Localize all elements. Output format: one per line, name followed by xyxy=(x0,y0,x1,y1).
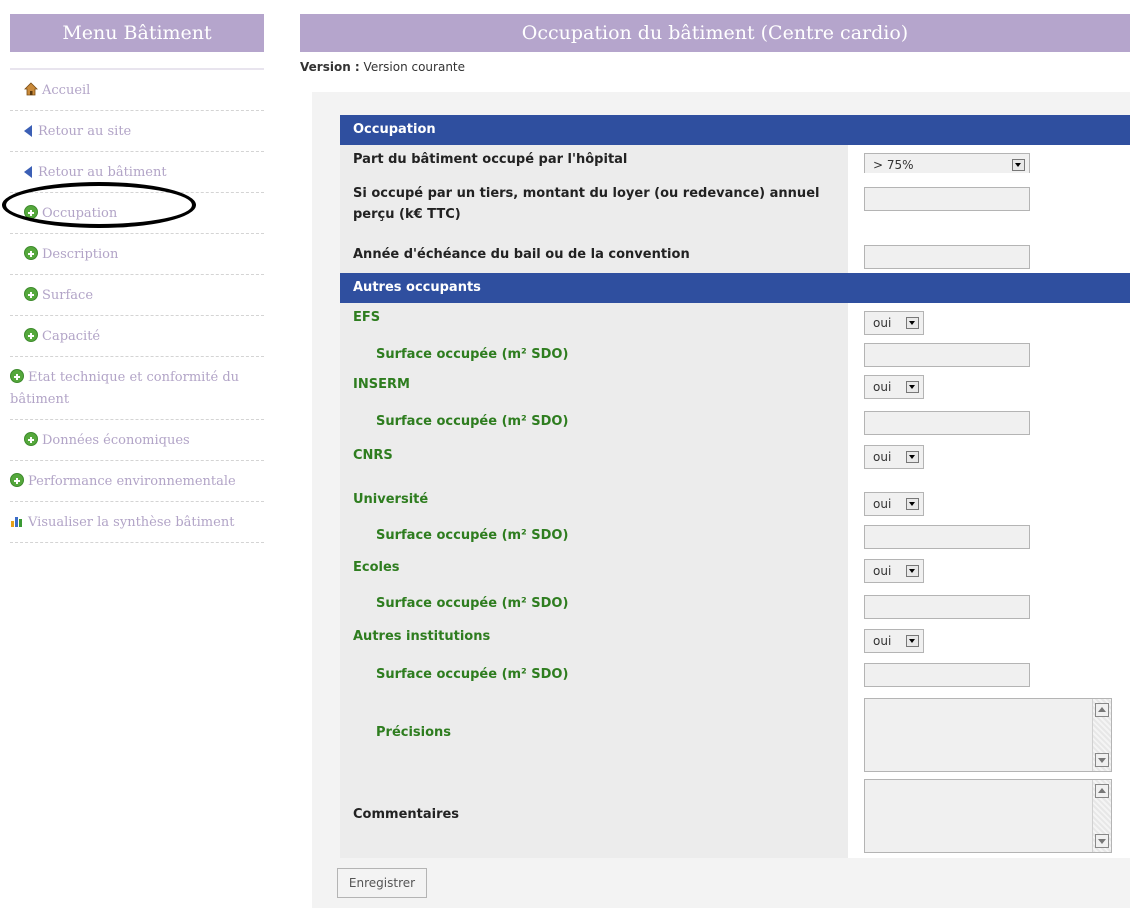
sidebar-item-label: Surface xyxy=(42,288,94,303)
plus-circle-icon xyxy=(24,432,38,446)
cnrs-label: CNRS xyxy=(340,445,848,488)
occupation-form: Occupation Part du bâtiment occupé par l… xyxy=(340,115,1130,858)
home-icon xyxy=(24,82,38,96)
chevron-down-icon xyxy=(906,451,919,463)
sidebar-item-retour-site[interactable]: Retour au site xyxy=(10,111,264,152)
page-title: Occupation du bâtiment (Centre cardio) xyxy=(300,14,1130,52)
autres-institutions-label: Autres institutions xyxy=(340,625,848,661)
bar-chart-icon xyxy=(10,514,24,528)
version-line: Version : Version courante xyxy=(300,60,465,74)
sidebar-title: Menu Bâtiment xyxy=(10,14,264,52)
inserm-label: INSERM xyxy=(340,375,848,408)
sidebar: Menu Bâtiment Accueil Retour au site Ret… xyxy=(10,14,264,543)
sidebar-item-label: Etat technique et conformité du bâtiment xyxy=(10,370,240,407)
part-hopital-value: > 75% xyxy=(873,158,914,172)
ecoles-surface-input[interactable] xyxy=(864,595,1030,619)
sidebar-item-label: Données économiques xyxy=(42,433,190,448)
version-value: Version courante xyxy=(363,60,466,74)
version-label: Version : xyxy=(300,60,360,74)
ecoles-surface-label: Surface occupée (m² SDO) xyxy=(340,591,848,625)
precisions-textarea[interactable] xyxy=(864,698,1112,772)
scrollbar[interactable] xyxy=(1092,780,1111,852)
efs-surface-input[interactable] xyxy=(864,343,1030,367)
autres-institutions-value: oui xyxy=(873,634,892,648)
part-hopital-label: Part du bâtiment occupé par l'hôpital xyxy=(340,145,848,173)
autres-surface-label: Surface occupée (m² SDO) xyxy=(340,661,848,695)
cnrs-value: oui xyxy=(873,450,892,464)
precisions-label: Précisions xyxy=(340,695,848,776)
efs-surface-label: Surface occupée (m² SDO) xyxy=(340,335,848,375)
efs-select[interactable]: oui xyxy=(864,311,924,335)
cnrs-select[interactable]: oui xyxy=(864,445,924,469)
plus-circle-icon xyxy=(24,328,38,342)
ecoles-label: Ecoles xyxy=(340,557,848,591)
loyer-label-text: Si occupé par un tiers, montant du loyer… xyxy=(353,186,820,222)
save-button[interactable]: Enregistrer xyxy=(337,868,427,898)
highlight-ellipse xyxy=(2,182,196,228)
plus-circle-icon xyxy=(10,369,24,383)
sidebar-item-etat-technique[interactable]: Etat technique et conformité du bâtiment xyxy=(10,357,264,420)
sidebar-item-description[interactable]: Description xyxy=(10,234,264,275)
universite-label: Université xyxy=(340,488,848,522)
section-header-autres-occupants: Autres occupants xyxy=(340,273,1130,303)
loyer-label: Si occupé par un tiers, montant du loyer… xyxy=(340,173,848,233)
sidebar-item-label: Retour au site xyxy=(38,124,132,139)
loyer-input[interactable] xyxy=(864,187,1030,211)
commentaires-label: Commentaires xyxy=(340,776,848,858)
chevron-down-icon xyxy=(906,565,919,577)
universite-select[interactable]: oui xyxy=(864,492,924,516)
back-arrow-icon xyxy=(24,166,32,178)
section-header-occupation: Occupation xyxy=(340,115,1130,145)
scrollbar[interactable] xyxy=(1092,699,1111,771)
sidebar-item-donnees-economiques[interactable]: Données économiques xyxy=(10,420,264,461)
sidebar-item-label: Capacité xyxy=(42,329,101,344)
inserm-surface-label: Surface occupée (m² SDO) xyxy=(340,408,848,445)
ecoles-value: oui xyxy=(873,564,892,578)
scroll-up-icon[interactable] xyxy=(1095,784,1109,798)
sidebar-item-capacite[interactable]: Capacité xyxy=(10,316,264,357)
plus-circle-icon xyxy=(24,246,38,260)
ecoles-select[interactable]: oui xyxy=(864,559,924,583)
scroll-down-icon[interactable] xyxy=(1095,753,1109,767)
sidebar-item-label: Accueil xyxy=(42,83,91,98)
efs-label: EFS xyxy=(340,303,848,335)
sidebar-item-performance[interactable]: Performance environnementale xyxy=(10,461,264,502)
universite-surface-label: Surface occupée (m² SDO) xyxy=(340,522,848,557)
universite-value: oui xyxy=(873,497,892,511)
sidebar-item-synthese[interactable]: Visualiser la synthèse bâtiment xyxy=(10,502,264,543)
autres-surface-input[interactable] xyxy=(864,663,1030,687)
plus-circle-icon xyxy=(10,473,24,487)
inserm-select[interactable]: oui xyxy=(864,375,924,399)
scroll-down-icon[interactable] xyxy=(1095,834,1109,848)
chevron-down-icon xyxy=(906,498,919,510)
back-arrow-icon xyxy=(24,125,32,137)
plus-circle-icon xyxy=(24,287,38,301)
sidebar-item-label: Performance environnementale xyxy=(28,474,236,489)
universite-surface-input[interactable] xyxy=(864,525,1030,549)
chevron-down-icon xyxy=(906,381,919,393)
chevron-down-icon xyxy=(906,317,919,329)
sidebar-item-accueil[interactable]: Accueil xyxy=(10,70,264,111)
sidebar-item-label: Retour au bâtiment xyxy=(38,165,167,180)
inserm-surface-input[interactable] xyxy=(864,411,1030,435)
chevron-down-icon xyxy=(1012,159,1025,171)
echeance-input[interactable] xyxy=(864,245,1030,269)
autres-institutions-select[interactable]: oui xyxy=(864,629,924,653)
sidebar-item-label: Description xyxy=(42,247,119,262)
echeance-label: Année d'échéance du bail ou de la conven… xyxy=(340,233,848,273)
scroll-up-icon[interactable] xyxy=(1095,703,1109,717)
sidebar-item-label: Visualiser la synthèse bâtiment xyxy=(28,515,235,530)
inserm-value: oui xyxy=(873,380,892,394)
efs-value: oui xyxy=(873,316,892,330)
chevron-down-icon xyxy=(906,635,919,647)
commentaires-textarea[interactable] xyxy=(864,779,1112,853)
sidebar-item-surface[interactable]: Surface xyxy=(10,275,264,316)
